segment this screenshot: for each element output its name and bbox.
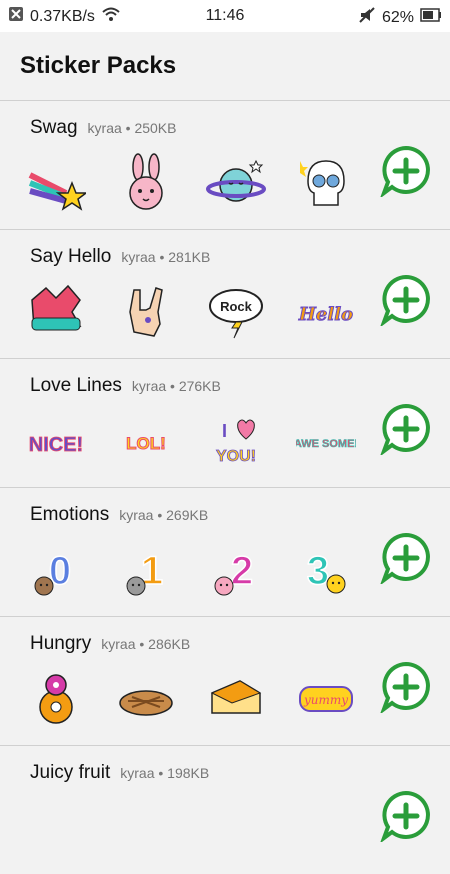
skull-sticker (300, 160, 345, 206)
pack-author: kyraa (101, 636, 136, 652)
i-heart-you-sticker: I YOU! (216, 419, 256, 465)
sticker-pack-juicy-fruit[interactable]: Juicy fruit kyraa • 198KB (0, 745, 450, 874)
pack-author: kyraa (121, 249, 156, 265)
add-to-whatsapp-button[interactable] (380, 532, 432, 584)
lol-text-sticker: LOL! (126, 434, 167, 454)
rock-hand-sticker (129, 287, 163, 337)
rainbow-star-sticker (28, 172, 86, 211)
svg-text:LOL!: LOL! (126, 434, 166, 453)
pack-author: kyraa (120, 765, 155, 781)
mute-icon (358, 6, 376, 29)
svg-text:2: 2 (231, 549, 253, 593)
page-title: Sticker Packs (20, 52, 177, 79)
sticker-pack-swag[interactable]: Swag kyraa • 250KB (0, 100, 450, 229)
cake-slice-sticker (210, 680, 262, 714)
svg-text:Hello: Hello (298, 304, 353, 325)
pack-name: Hungry (30, 633, 92, 654)
pack-author: kyraa (131, 378, 167, 394)
nice-text-sticker: NICE! (28, 434, 83, 457)
hi-five-hand-sticker (31, 284, 82, 331)
svg-text:NICE!: NICE! (29, 434, 83, 456)
number-2-pig-sticker: 2 (214, 548, 254, 596)
pack-size: 281KB (168, 249, 211, 265)
pack-size: 250KB (134, 120, 177, 136)
number-3-chick-sticker: 3 (306, 548, 346, 594)
pack-name: Emotions (30, 504, 110, 525)
sticker-pack-emotions[interactable]: Emotions kyraa • 269KB 0 1 2 3 (0, 487, 450, 616)
pack-size: 198KB (167, 765, 210, 781)
sticker-pack-say-hello[interactable]: Say Hello kyraa • 281KB Rock Hello (0, 229, 450, 358)
bunny-sticker (129, 153, 163, 210)
battery-level: 62% (381, 8, 414, 26)
battery-icon (420, 8, 442, 27)
pie-sticker (119, 690, 173, 716)
planet-sticker (206, 159, 266, 202)
pack-size: 286KB (148, 636, 191, 652)
add-to-whatsapp-button[interactable] (380, 274, 432, 326)
svg-text:yummy: yummy (303, 693, 348, 707)
yummy-sticker: yummy (299, 686, 353, 712)
add-to-whatsapp-button[interactable] (380, 403, 432, 455)
rock-bubble-sticker: Rock (209, 289, 263, 339)
pack-name: Juicy fruit (30, 762, 111, 783)
add-to-whatsapp-button[interactable] (380, 661, 432, 713)
pack-author: kyraa (87, 120, 122, 136)
sticker-pack-list: Swag kyraa • 250KB Say Hello kyraa • 281… (0, 100, 450, 874)
svg-text:AWE SOME!: AWE SOME! (296, 438, 356, 450)
svg-text:I: I (222, 421, 227, 441)
pack-name: Swag (30, 117, 78, 138)
add-to-whatsapp-button[interactable] (380, 145, 432, 197)
svg-text:Rock: Rock (220, 299, 253, 314)
sticker-pack-love-lines[interactable]: Love Lines kyraa • 276KB NICE! LOL! I YO… (0, 358, 450, 487)
pack-size: 276KB (178, 378, 221, 394)
status-bar: 0.37KB/s 11:46 62% (0, 0, 450, 32)
pack-size: 269KB (166, 507, 209, 523)
sticker-pack-hungry[interactable]: Hungry kyraa • 286KB yummy (0, 616, 450, 745)
awesome-text-sticker: AWE SOME! (296, 438, 356, 451)
donut-sticker (39, 674, 73, 724)
pack-name: Say Hello (30, 246, 112, 267)
hello-text-sticker: Hello (297, 304, 353, 326)
pack-name: Love Lines (30, 375, 122, 396)
number-0-bear-sticker: 0 (34, 548, 72, 596)
number-1-cat-sticker: 1 (126, 548, 164, 596)
svg-text:3: 3 (307, 549, 329, 593)
pack-author: kyraa (119, 507, 154, 523)
svg-text:YOU!: YOU! (216, 448, 256, 465)
add-to-whatsapp-button[interactable] (380, 790, 432, 842)
